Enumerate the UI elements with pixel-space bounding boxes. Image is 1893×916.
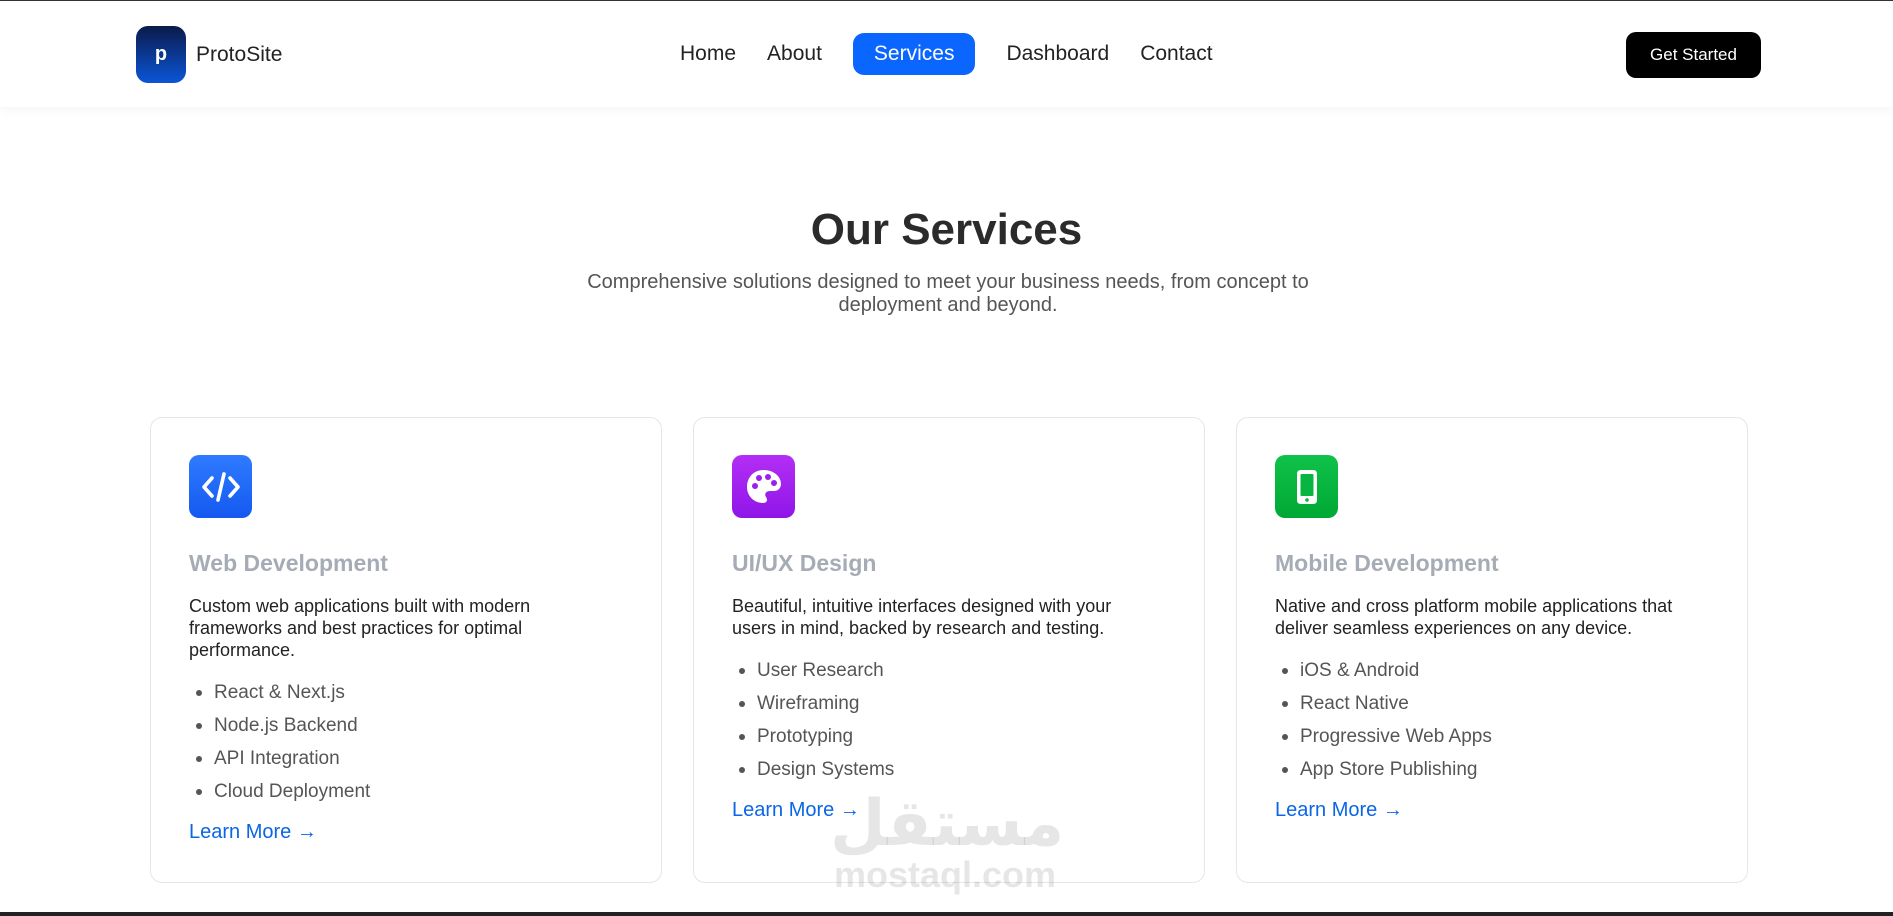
brand-name: ProtoSite <box>196 42 283 66</box>
feature-item: React Native <box>1275 687 1492 720</box>
brand-logo-link[interactable]: p ProtoSite <box>136 26 282 83</box>
page-subtitle: Comprehensive solutions designed to meet… <box>587 271 1309 316</box>
feature-list: User Research Wireframing Prototyping De… <box>732 654 894 786</box>
page-title: Our Services <box>810 205 1083 254</box>
feature-item: Wireframing <box>732 687 894 720</box>
watermark-arabic: مستقل <box>830 787 1065 861</box>
nav-services[interactable]: Services <box>852 33 976 75</box>
service-card-mobile-development: Mobile Development Native and cross plat… <box>1236 417 1748 883</box>
card-title: Web Development <box>189 550 388 576</box>
feature-item: React & Next.js <box>189 676 370 709</box>
main-nav: Home About Services Dashboard Contact <box>680 33 1244 75</box>
watermark-latin: mostaql.com <box>833 854 1057 895</box>
nav-home[interactable]: Home <box>680 33 736 75</box>
feature-list: React & Next.js Node.js Backend API Inte… <box>189 676 370 808</box>
watermark-logo: مستقل mostaql.com <box>830 787 1065 895</box>
footer-edge <box>0 912 1893 916</box>
card-title: UI/UX Design <box>732 550 877 576</box>
learn-more-link[interactable]: Learn More → <box>1275 799 1403 822</box>
card-description: Custom web applications built with moder… <box>189 596 531 660</box>
card-title: Mobile Development <box>1275 550 1499 576</box>
smartphone-icon <box>1275 455 1338 518</box>
learn-more-link[interactable]: Learn More → <box>189 821 317 844</box>
nav-contact[interactable]: Contact <box>1140 33 1212 75</box>
nav-about[interactable]: About <box>767 33 822 75</box>
feature-item: User Research <box>732 654 894 687</box>
nav-dashboard[interactable]: Dashboard <box>1006 33 1109 75</box>
feature-item: Cloud Deployment <box>189 775 370 808</box>
feature-item: Node.js Backend <box>189 709 370 742</box>
feature-item: iOS & Android <box>1275 654 1492 687</box>
feature-item: Prototyping <box>732 720 894 753</box>
logo-badge: p <box>136 26 186 83</box>
feature-item: App Store Publishing <box>1275 753 1492 786</box>
site-header: p ProtoSite Home About Services Dashboar… <box>0 1 1893 107</box>
card-description: Beautiful, intuitive interfaces designed… <box>732 596 1112 638</box>
feature-item: Design Systems <box>732 753 894 786</box>
palette-icon <box>732 455 795 518</box>
feature-item: API Integration <box>189 742 370 775</box>
feature-list: iOS & Android React Native Progressive W… <box>1275 654 1492 786</box>
get-started-button[interactable]: Get Started <box>1626 32 1761 78</box>
card-description: Native and cross platform mobile applica… <box>1275 596 1673 638</box>
services-page: p ProtoSite Home About Services Dashboar… <box>0 0 1893 916</box>
service-card-web-development: Web Development Custom web applications … <box>150 417 662 883</box>
feature-item: Progressive Web Apps <box>1275 720 1492 753</box>
code-icon <box>189 455 252 518</box>
